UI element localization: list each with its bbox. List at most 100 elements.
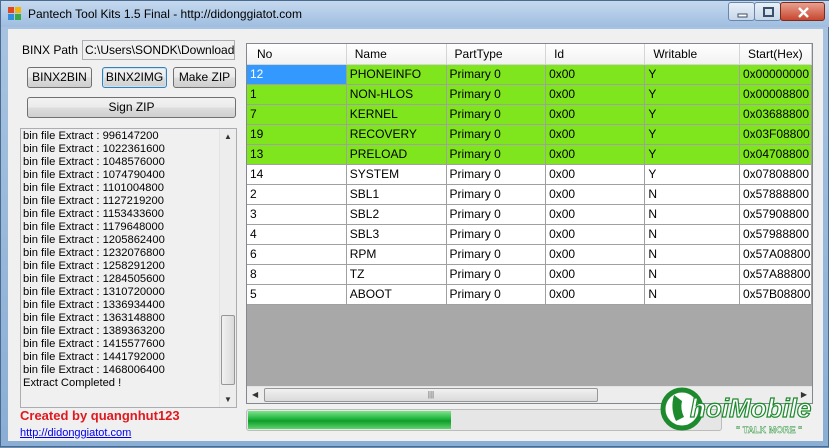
- table-cell[interactable]: Primary 0: [446, 224, 547, 245]
- table-cell[interactable]: SYSTEM: [346, 164, 447, 185]
- binx-path-field[interactable]: C:\Users\SONDK\Downloads: [82, 40, 235, 60]
- table-cell[interactable]: 0x57908800: [739, 204, 812, 225]
- title-bar[interactable]: Pantech Tool Kits 1.5 Final - http://did…: [1, 1, 829, 27]
- table-cell[interactable]: 0x57A88800: [739, 264, 812, 285]
- app-icon[interactable]: [8, 7, 21, 20]
- table-cell[interactable]: Primary 0: [446, 64, 547, 85]
- table-row[interactable]: 12 PHONEINFO Primary 0 0x00 Y 0x00000000: [247, 64, 812, 85]
- table-cell[interactable]: 0x00: [545, 84, 646, 105]
- table-cell[interactable]: KERNEL: [346, 104, 447, 125]
- column-header[interactable]: Start(Hex): [739, 44, 812, 65]
- binx2bin-button[interactable]: BINX2BIN: [27, 67, 92, 88]
- table-cell[interactable]: Y: [644, 124, 740, 145]
- table-cell[interactable]: SBL3: [346, 224, 447, 245]
- table-row[interactable]: 14 SYSTEM Primary 0 0x00 Y 0x07808800: [247, 164, 812, 185]
- table-cell[interactable]: 0x00000000: [739, 64, 812, 85]
- table-cell[interactable]: 0x00: [545, 144, 646, 165]
- table-cell[interactable]: 3: [247, 204, 347, 225]
- table-row[interactable]: 5 ABOOT Primary 0 0x00 N 0x57B08800: [247, 284, 812, 305]
- table-cell[interactable]: 1: [247, 84, 347, 105]
- table-cell[interactable]: SBL2: [346, 204, 447, 225]
- table-cell[interactable]: Primary 0: [446, 284, 547, 305]
- table-cell[interactable]: 8: [247, 264, 347, 285]
- table-cell[interactable]: Y: [644, 104, 740, 125]
- table-row[interactable]: 3 SBL2 Primary 0 0x00 N 0x57908800: [247, 204, 812, 225]
- table-cell[interactable]: N: [644, 184, 740, 205]
- column-header[interactable]: Id: [545, 44, 646, 65]
- table-cell[interactable]: 0x03688800: [739, 104, 812, 125]
- table-cell[interactable]: 0x00: [545, 224, 646, 245]
- table-cell[interactable]: 0x00: [545, 204, 646, 225]
- table-cell[interactable]: 0x00: [545, 64, 646, 85]
- table-cell[interactable]: 6: [247, 244, 347, 265]
- table-row[interactable]: 19 RECOVERY Primary 0 0x00 Y 0x03F08800: [247, 124, 812, 145]
- table-cell[interactable]: N: [644, 204, 740, 225]
- table-cell[interactable]: Primary 0: [446, 144, 547, 165]
- table-cell[interactable]: 0x57888800: [739, 184, 812, 205]
- table-cell[interactable]: Y: [644, 164, 740, 185]
- column-header[interactable]: Writable: [644, 44, 740, 65]
- scroll-down-icon[interactable]: ▼: [224, 395, 232, 404]
- table-cell[interactable]: RPM: [346, 244, 447, 265]
- table-row[interactable]: 1 NON-HLOS Primary 0 0x00 Y 0x00008800: [247, 84, 812, 105]
- table-cell[interactable]: Primary 0: [446, 124, 547, 145]
- table-row[interactable]: 2 SBL1 Primary 0 0x00 N 0x57888800: [247, 184, 812, 205]
- log-textbox[interactable]: bin file Extract : 996147200 bin file Ext…: [20, 128, 237, 408]
- table-scroll-thumb[interactable]: |||: [264, 388, 598, 402]
- table-cell[interactable]: Primary 0: [446, 164, 547, 185]
- table-cell[interactable]: 0x00: [545, 164, 646, 185]
- table-cell[interactable]: PHONEINFO: [346, 64, 447, 85]
- table-cell[interactable]: N: [644, 224, 740, 245]
- sign-zip-button[interactable]: Sign ZIP: [27, 97, 236, 118]
- table-cell[interactable]: 0x57B08800: [739, 284, 812, 305]
- table-cell[interactable]: N: [644, 264, 740, 285]
- table-cell[interactable]: PRELOAD: [346, 144, 447, 165]
- table-cell[interactable]: 12: [247, 64, 347, 85]
- table-cell[interactable]: Y: [644, 64, 740, 85]
- column-header[interactable]: PartType: [446, 44, 547, 65]
- table-cell[interactable]: 14: [247, 164, 347, 185]
- table-cell[interactable]: 0x00: [545, 284, 646, 305]
- table-cell[interactable]: 0x00008800: [739, 84, 812, 105]
- table-cell[interactable]: 19: [247, 124, 347, 145]
- table-cell[interactable]: Y: [644, 84, 740, 105]
- table-cell[interactable]: 0x57A08800: [739, 244, 812, 265]
- table-cell[interactable]: N: [644, 244, 740, 265]
- table-cell[interactable]: 0x03F08800: [739, 124, 812, 145]
- table-cell[interactable]: 4: [247, 224, 347, 245]
- table-cell[interactable]: 13: [247, 144, 347, 165]
- partition-table[interactable]: No Name PartType Id Writable Start(Hex) 12 PHO…: [246, 43, 813, 404]
- table-cell[interactable]: 0x00: [545, 264, 646, 285]
- table-cell[interactable]: 0x00: [545, 244, 646, 265]
- binx2img-button[interactable]: BINX2IMG: [102, 67, 167, 88]
- minimize-button[interactable]: [728, 2, 755, 21]
- table-cell[interactable]: Y: [644, 144, 740, 165]
- table-cell[interactable]: N: [644, 284, 740, 305]
- table-cell[interactable]: 0x07808800: [739, 164, 812, 185]
- table-cell[interactable]: 0x00: [545, 104, 646, 125]
- column-header[interactable]: Name: [346, 44, 447, 65]
- table-row[interactable]: 6 RPM Primary 0 0x00 N 0x57A08800: [247, 244, 812, 265]
- table-cell[interactable]: 7: [247, 104, 347, 125]
- table-cell[interactable]: Primary 0: [446, 244, 547, 265]
- website-link[interactable]: http://didonggiatot.com: [20, 427, 131, 439]
- table-row[interactable]: 4 SBL3 Primary 0 0x00 N 0x57988800: [247, 224, 812, 245]
- table-cell[interactable]: Primary 0: [446, 184, 547, 205]
- table-cell[interactable]: ABOOT: [346, 284, 447, 305]
- make-zip-button[interactable]: Make ZIP: [173, 67, 236, 88]
- table-cell[interactable]: 0x00: [545, 184, 646, 205]
- table-row[interactable]: 7 KERNEL Primary 0 0x00 Y 0x03688800: [247, 104, 812, 125]
- log-scroll-thumb[interactable]: [221, 315, 235, 385]
- table-cell[interactable]: SBL1: [346, 184, 447, 205]
- scroll-up-icon[interactable]: ▲: [224, 132, 232, 141]
- table-cell[interactable]: Primary 0: [446, 264, 547, 285]
- table-cell[interactable]: 5: [247, 284, 347, 305]
- maximize-button[interactable]: [754, 2, 781, 21]
- table-cell[interactable]: 2: [247, 184, 347, 205]
- column-header[interactable]: No: [247, 44, 347, 65]
- table-cell[interactable]: TZ: [346, 264, 447, 285]
- table-cell[interactable]: Primary 0: [446, 84, 547, 105]
- log-scrollbar[interactable]: ▲ ▼: [219, 129, 236, 407]
- table-row[interactable]: 13 PRELOAD Primary 0 0x00 Y 0x04708800: [247, 144, 812, 165]
- table-cell[interactable]: RECOVERY: [346, 124, 447, 145]
